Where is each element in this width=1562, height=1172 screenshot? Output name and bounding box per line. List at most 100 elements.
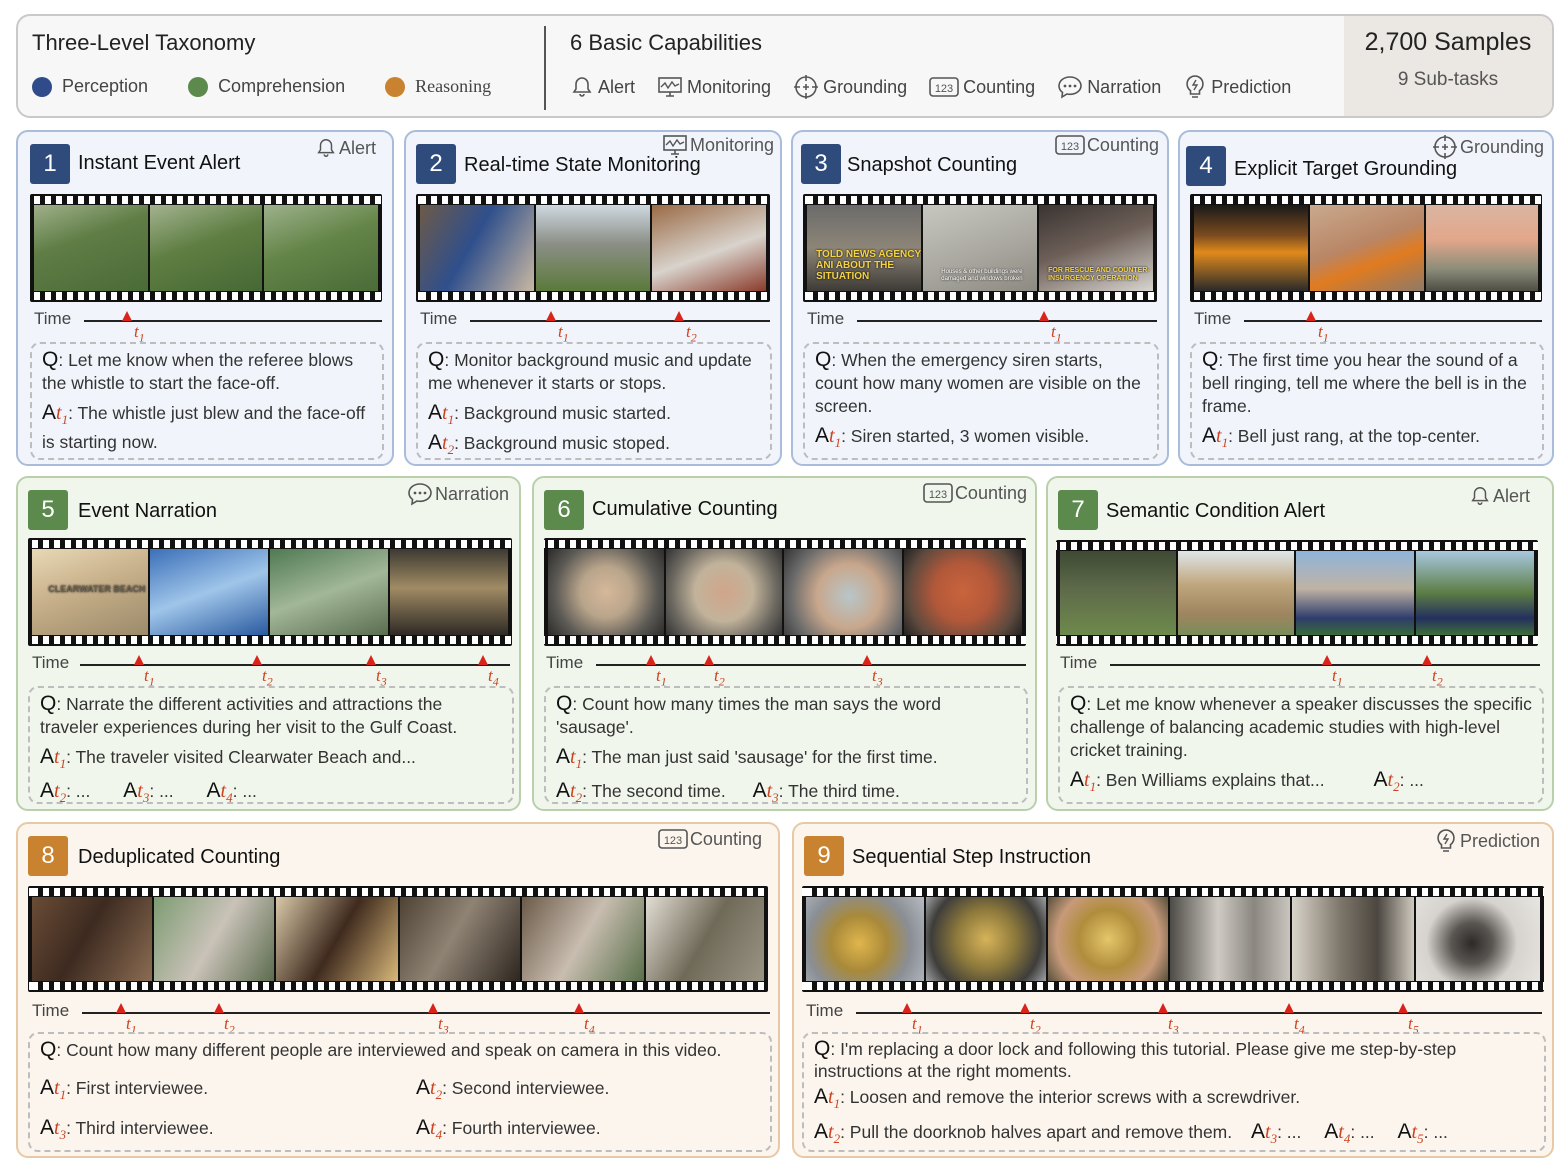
answer-label: A <box>815 424 830 447</box>
answer-label: A <box>814 1120 829 1143</box>
answer-label: A <box>206 779 221 802</box>
video-frame <box>276 897 398 981</box>
perception-dot-icon <box>32 76 52 97</box>
film-strip <box>1190 194 1542 302</box>
answer-label: A <box>40 1116 55 1139</box>
qa-box: Q: Count how many different people are i… <box>28 1032 772 1152</box>
frame-overlay-text: TOLD NEWS AGENCY ANI ABOUT THE SITUATION <box>816 249 921 283</box>
answer-text: : The second time. <box>582 781 726 801</box>
answer-text: : Background music stoped. <box>454 433 671 453</box>
video-frame: Houses & other buildings were damaged an… <box>923 205 1037 291</box>
answer-label: A <box>40 1076 55 1099</box>
answer-text: : Fourth interviewee. <box>442 1118 601 1138</box>
video-frame <box>1194 205 1308 291</box>
timeline-axis <box>857 320 1157 322</box>
film-holes <box>544 636 1026 644</box>
video-frame <box>154 897 274 981</box>
video-frame <box>548 549 664 635</box>
tag-label: Narration <box>434 483 509 504</box>
video-frame <box>652 205 766 291</box>
time-marker <box>704 655 714 665</box>
time-marker <box>1039 311 1049 321</box>
time-label: Time <box>420 309 458 328</box>
card-tag: 123 Counting <box>1055 134 1159 156</box>
qa-box: Q: Count how many times the man says the… <box>544 686 1028 805</box>
time-label: Time <box>1060 653 1098 672</box>
answer-text: : The third time. <box>778 781 900 801</box>
answer-time: t1 <box>1216 425 1229 450</box>
capabilities-title: 6 Basic Capabilities <box>570 30 762 55</box>
answer-time: t4 <box>430 1117 443 1142</box>
frame-overlay-text: Houses & other buildings were damaged an… <box>941 269 1023 282</box>
samples-box: 2,700 Samples 9 Sub-tasks <box>1344 16 1552 116</box>
cap-monitoring: Monitoring <box>657 76 771 98</box>
legend-comprehension: Comprehension <box>188 76 345 97</box>
answer-time: t3 <box>54 1117 67 1142</box>
video-frame <box>150 205 262 291</box>
comprehension-dot-icon <box>188 76 209 97</box>
answer-time: t1 <box>54 746 67 771</box>
answer-text: : Background music started. <box>454 403 671 423</box>
time-marker <box>428 1003 438 1013</box>
time-marker <box>134 655 144 665</box>
card-number: 9 <box>804 836 844 876</box>
card-title: Semantic Condition Alert <box>1106 500 1326 522</box>
cap-label: Monitoring <box>687 76 772 97</box>
film-holes <box>28 540 512 548</box>
video-frame <box>1060 551 1176 635</box>
legend-label: Comprehension <box>218 76 346 96</box>
film-holes <box>1190 196 1542 204</box>
video-frame <box>784 549 902 635</box>
tag-label: Monitoring <box>689 134 774 155</box>
question-mark-label: Q <box>1202 348 1219 371</box>
answer-label: A <box>123 779 138 802</box>
time-label: Time <box>1194 309 1232 328</box>
answer-label: A <box>752 779 767 802</box>
video-frame <box>270 549 388 635</box>
answer-label: A <box>42 401 57 424</box>
question-text: : I'm replacing a door lock and followin… <box>814 1039 1457 1081</box>
card-number: 1 <box>30 144 70 184</box>
card-number: 2 <box>416 144 456 184</box>
film-holes <box>1056 636 1538 644</box>
video-frame: FOR RESCUE AND COUNTER-INSURGENCY OPERAT… <box>1039 205 1153 291</box>
answer-time: t2 <box>570 780 583 805</box>
bulb-icon <box>1437 829 1455 852</box>
svg-text:123: 123 <box>664 835 682 847</box>
cap-alert: Alert <box>570 75 635 99</box>
cap-label: Prediction <box>1211 76 1292 97</box>
card-tag: Prediction <box>1434 828 1540 854</box>
answer-text: : ... <box>232 781 257 801</box>
video-frame: TOLD NEWS AGENCY ANI ABOUT THE SITUATION <box>807 205 921 291</box>
svg-text:123: 123 <box>929 489 947 501</box>
counter-123-icon: 123 <box>929 77 959 97</box>
question-text: : Count how many times the man says the … <box>556 694 941 737</box>
time-marker <box>214 1003 224 1013</box>
film-holes <box>802 982 1544 990</box>
counter-123-icon: 123 <box>923 483 953 503</box>
question-text: : Narrate the different activities and a… <box>40 694 458 737</box>
answer-time: t1 <box>570 746 583 771</box>
cap-label: Alert <box>598 76 636 97</box>
video-frame <box>666 549 782 635</box>
qa-box: Q: Let me know whenever a speaker discus… <box>1058 686 1544 804</box>
film-holes <box>30 196 382 204</box>
time-marker <box>1398 1003 1408 1013</box>
question-text: : The first time you hear the sound of a… <box>1202 350 1527 416</box>
film-strip <box>416 194 770 302</box>
qa-box: Q: Let me know when the referee blows th… <box>30 342 384 460</box>
question-text: : Let me know whenever a speaker discuss… <box>1070 694 1532 760</box>
film-holes <box>416 196 770 204</box>
answer-text: : Pull the doorknob halves apart and rem… <box>840 1122 1233 1142</box>
card-title: Explicit Target Grounding <box>1234 158 1458 180</box>
bell-icon <box>317 139 335 157</box>
card-tag: Alert <box>315 136 376 160</box>
card-number: 8 <box>28 836 68 876</box>
frame-overlay-text: CLEARWATER BEACH <box>48 584 146 595</box>
card-semantic-condition-alert: 7 Semantic Condition Alert Alert Time t1… <box>1046 476 1554 811</box>
cap-label: Narration <box>1087 76 1162 97</box>
bulb-icon <box>1186 75 1204 98</box>
time-marker <box>116 1003 126 1013</box>
question-text: : Monitor background music and update me… <box>428 350 752 393</box>
answer-label: A <box>1397 1120 1412 1143</box>
